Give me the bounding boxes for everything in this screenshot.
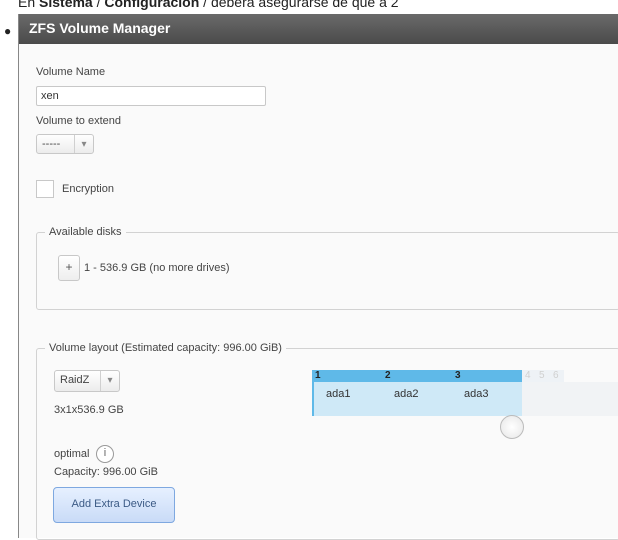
page-caption: En Sistema / Configuración / deberá aseg…: [18, 0, 399, 10]
grid-column-4: 4: [522, 370, 536, 382]
available-disks-summary: 1 - 536.9 GB (no more drives): [84, 262, 230, 274]
caption-separator: /: [92, 0, 105, 10]
raid-type-select[interactable]: RaidZ ▾: [54, 370, 120, 392]
info-icon[interactable]: i: [96, 445, 114, 463]
grid-column-1: 1: [312, 370, 382, 382]
caption-suffix: / deberá asegurarse de que a 2: [199, 0, 399, 10]
caption-bold-system: Sistema: [39, 0, 93, 10]
volume-to-extend-label: Volume to extend: [36, 115, 122, 127]
layout-capacity: Capacity: 996.00 GiB: [54, 466, 158, 478]
window-titlebar[interactable]: ZFS Volume Manager: [19, 14, 618, 44]
add-extra-device-button[interactable]: Add Extra Device: [53, 487, 175, 523]
volume-to-extend-select[interactable]: ----- ▾: [36, 134, 94, 154]
grid-column-2: 2: [382, 370, 452, 382]
encryption-checkbox[interactable]: [36, 180, 54, 198]
add-disk-button[interactable]: +: [58, 255, 80, 281]
grid-empty-area: [522, 382, 618, 416]
grid-column-5: 5: [536, 370, 550, 382]
layout-size-text: 3x1x536.9 GB: [54, 404, 124, 416]
volume-name-label: Volume Name: [36, 66, 106, 78]
bullet-icon: ●: [4, 24, 12, 38]
layout-status: optimal: [54, 448, 90, 460]
encryption-label: Encryption: [62, 183, 114, 195]
volume-to-extend-value: -----: [42, 138, 61, 150]
volume-layout-legend: Volume layout (Estimated capacity: 996.0…: [49, 342, 282, 354]
caption-prefix: En: [18, 0, 40, 10]
raid-type-value: RaidZ: [60, 374, 90, 386]
grid-disk-ada2[interactable]: ada2: [382, 382, 452, 416]
grid-column-6: 6: [550, 370, 564, 382]
grid-disk-ada1[interactable]: ada1: [312, 382, 382, 416]
caption-bold-config: Configuración: [104, 0, 200, 10]
chevron-down-icon: ▾: [100, 371, 119, 391]
volume-name-input[interactable]: xen: [36, 86, 266, 106]
grid-column-3: 3: [452, 370, 522, 382]
grid-resize-handle[interactable]: [500, 415, 524, 439]
chevron-down-icon: ▾: [74, 135, 93, 153]
window-title: ZFS Volume Manager: [29, 20, 171, 36]
available-disks-legend: Available disks: [49, 226, 122, 238]
grid-disk-ada3[interactable]: ada3: [452, 382, 522, 416]
